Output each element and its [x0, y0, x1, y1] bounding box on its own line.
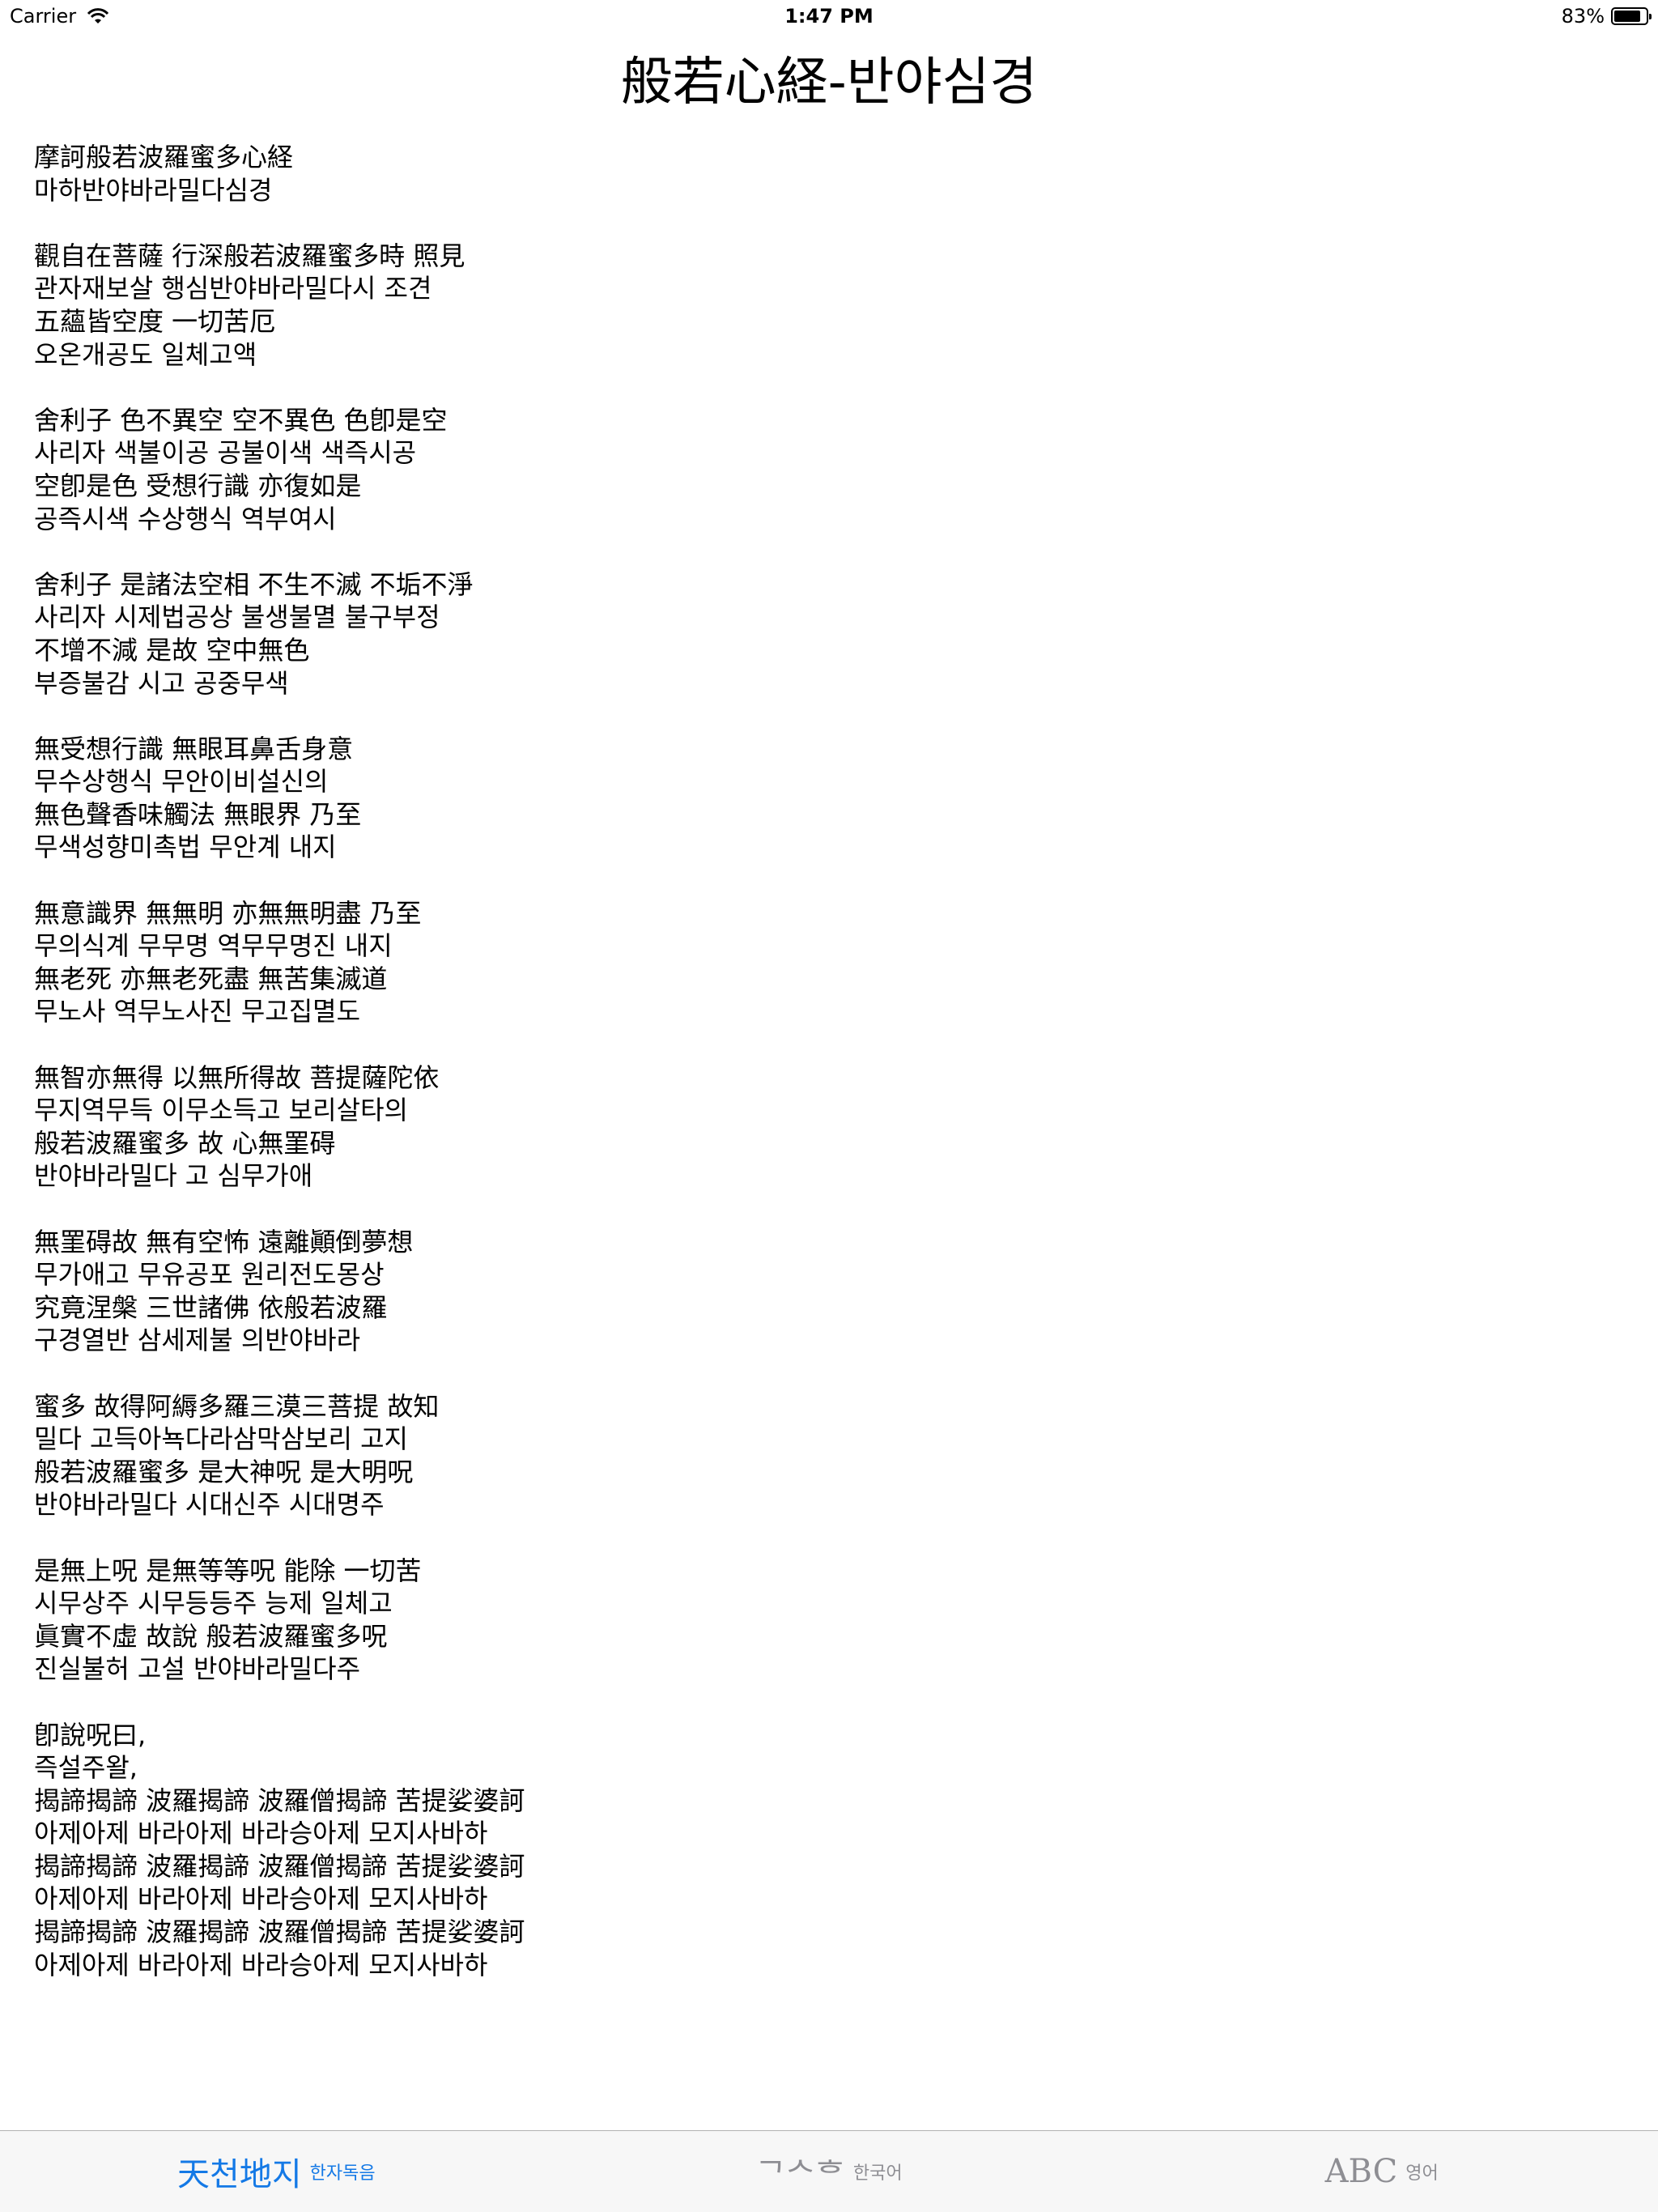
- stanza: 舍利子 色不異空 空不異色 色卽是空 사리자 색불이공 공불이색 색즉시공 空卽是色…: [34, 404, 1572, 535]
- hangul-line: 오온개공도 일체고액: [34, 338, 257, 370]
- hangul-line: 무노사 역무노사진 무고집멸도: [34, 996, 361, 1027]
- hangul-line: 사리자 시제법공상 불생불멸 불구부정: [34, 602, 440, 633]
- hangul-line: 관자재보살 행심반야바라밀다시 조견: [34, 273, 432, 304]
- tab-label: 한국어: [852, 2163, 903, 2184]
- hanja-line: 眞實不虛 故說 般若波羅蜜多呪: [34, 1620, 388, 1652]
- hanja-line: 無智亦無得 以無所得故 菩提薩陀依: [34, 1061, 440, 1093]
- stanza: 摩訶般若波羅蜜多心経 마하반야바라밀다심경: [34, 141, 1572, 206]
- hanja-line: 揭諦揭諦 波羅揭諦 波羅僧揭諦 苦提娑婆訶: [34, 1916, 525, 1948]
- stanza: 是無上呪 是無等等呪 能除 一切苦 시무상주 시무등등주 능제 일체고 眞實不虛 故…: [34, 1555, 1572, 1686]
- sutra-text: 摩訶般若波羅蜜多心経 마하반야바라밀다심경 觀自在菩薩 行深般若波羅蜜多時 照見 관자…: [34, 141, 1572, 2014]
- tab-1[interactable]: ᄀᄉᄒ 한국어: [553, 2131, 1106, 2212]
- hangul-line: 시무상주 시무등등주 능제 일체고: [34, 1588, 393, 1619]
- hangul-line: 진실불허 고설 반야바라밀다주: [34, 1653, 361, 1685]
- stanza: 蜜多 故得阿縟多羅三漠三菩提 故知 밀다 고득아뇩다라삼막삼보리 고지 般若波羅蜜多…: [34, 1390, 1572, 1521]
- hanja-line: 無老死 亦無老死盡 無苦集滅道: [34, 963, 388, 994]
- hangul-line: 공즉시색 수상행식 역부여시: [34, 503, 337, 534]
- clock: 1:47 PM: [784, 5, 874, 28]
- hanja-line: 無意識界 無無明 亦無無明盡 乃至: [34, 897, 422, 929]
- hanja-line: 五蘊皆空度 一切苦厄: [34, 305, 276, 337]
- hanja-line: 不增不減 是故 空中無色: [34, 634, 310, 666]
- hanja-line: 卽說呪曰,: [34, 1719, 147, 1750]
- hanja-line: 蜜多 故得阿縟多羅三漠三菩提 故知: [34, 1390, 440, 1422]
- tab-2[interactable]: ABC 영어: [1105, 2131, 1658, 2212]
- hangul-line: 사리자 색불이공 공불이색 색즉시공: [34, 437, 417, 469]
- hangul-line: 무지역무득 이무소득고 보리살타의: [34, 1095, 408, 1126]
- tab-label: 한자독음: [309, 2163, 376, 2184]
- hangul-line: 구경열반 삼세제불 의반야바라: [34, 1325, 361, 1356]
- hanja-line: 揭諦揭諦 波羅揭諦 波羅僧揭諦 苦提娑婆訶: [34, 1850, 525, 1882]
- hangul-line: 마하반야바라밀다심경: [34, 174, 273, 206]
- battery-status: 83%: [1561, 5, 1652, 28]
- hanja-line: 舍利子 是諸法空相 不生不滅 不垢不淨: [34, 568, 474, 600]
- battery-percent: 83%: [1561, 5, 1605, 28]
- hangul-line: 즉설주왈,: [34, 1752, 138, 1784]
- hangul-line: 아제아제 바라아제 바라승아제 모지사바하: [34, 1949, 488, 1980]
- abc-icon: ABC: [1324, 2153, 1398, 2190]
- stanza: 無智亦無得 以無所得故 菩提薩陀依 무지역무득 이무소득고 보리살타의 般若波羅蜜多…: [34, 1061, 1572, 1193]
- hangul-line: 무가애고 무유공포 원리전도몽상: [34, 1259, 385, 1291]
- 천지-icon: 天천地지: [177, 2156, 302, 2193]
- stanza: 卽說呪曰, 즉설주왈, 揭諦揭諦 波羅揭諦 波羅僧揭諦 苦提娑婆訶 아제아제 바라아제…: [34, 1719, 1572, 1982]
- stanza: 無受想行識 無眼耳鼻舌身意 무수상행식 무안이비설신의 無色聲香味觸法 無眼界 乃至…: [34, 733, 1572, 864]
- hanja-line: 舍利子 色不異空 空不異色 色卽是空: [34, 404, 448, 436]
- hanja-line: 摩訶般若波羅蜜多心経: [34, 142, 294, 172]
- hangul-line: 무색성향미촉법 무안계 내지: [34, 832, 337, 863]
- status-bar: Carrier 1:47 PM 83%: [0, 0, 1658, 32]
- stanza: 無意識界 無無明 亦無無明盡 乃至 무의식계 무무명 역무무명진 내지 無老死 亦無…: [34, 897, 1572, 1028]
- tab-bar: 天천地지 한자독음 ᄀᄉᄒ 한국어 ABC 영어: [0, 2130, 1658, 2212]
- hangul-line: 아제아제 바라아제 바라승아제 모지사바하: [34, 1883, 488, 1915]
- battery-level: [1614, 11, 1640, 22]
- hangul-line: 밀다 고득아뇩다라삼막삼보리 고지: [34, 1423, 408, 1455]
- tab-label: 영어: [1405, 2163, 1439, 2184]
- hanja-line: 般若波羅蜜多 是大神呪 是大明呪: [34, 1456, 414, 1487]
- hanja-line: 無受想行識 無眼耳鼻舌身意: [34, 733, 354, 764]
- hanja-line: 無罣碍故 無有空怖 遠離顚倒夢想: [34, 1226, 414, 1257]
- hanja-line: 空卽是色 受想行識 亦復如是: [34, 470, 362, 501]
- tab-0[interactable]: 天천地지 한자독음: [0, 2131, 553, 2212]
- hanja-line: 般若波羅蜜多 故 心無罣碍: [34, 1127, 336, 1159]
- hanja-line: 無色聲香味觸法 無眼界 乃至: [34, 798, 362, 830]
- stanza: 舍利子 是諸法空相 不生不滅 不垢不淨 사리자 시제법공상 불생불멸 불구부정 不增…: [34, 568, 1572, 700]
- battery-icon: [1611, 7, 1652, 25]
- hanja-line: 揭諦揭諦 波羅揭諦 波羅僧揭諦 苦提娑婆訶: [34, 1784, 525, 1816]
- stanza: 無罣碍故 無有空怖 遠離顚倒夢想 무가애고 무유공포 원리전도몽상 究竟涅槃 三世諸…: [34, 1226, 1572, 1357]
- hanja-line: 觀自在菩薩 行深般若波羅蜜多時 照見: [34, 240, 466, 271]
- hangul-line: 아제아제 바라아제 바라승아제 모지사바하: [34, 1818, 488, 1849]
- hanja-line: 究竟涅槃 三世諸佛 依般若波羅: [34, 1291, 388, 1323]
- hangul-line: 반야바라밀다 고 심무가애: [34, 1160, 313, 1192]
- hangul-line: 무의식계 무무명 역무무명진 내지: [34, 930, 393, 962]
- hangul-line: 반야바라밀다 시대신주 시대명주: [34, 1489, 385, 1521]
- hangul-line: 부증불감 시고 공중무색: [34, 667, 289, 699]
- hangul-icon: ᄀᄉᄒ: [755, 2156, 845, 2193]
- page-title: 般若心経-반야심경: [620, 53, 1038, 113]
- hanja-line: 是無上呪 是無等等呪 能除 一切苦: [34, 1555, 422, 1586]
- stanza: 觀自在菩薩 行深般若波羅蜜多時 照見 관자재보살 행심반야바라밀다시 조견 五蘊皆空…: [34, 240, 1572, 371]
- hangul-line: 무수상행식 무안이비설신의: [34, 766, 329, 798]
